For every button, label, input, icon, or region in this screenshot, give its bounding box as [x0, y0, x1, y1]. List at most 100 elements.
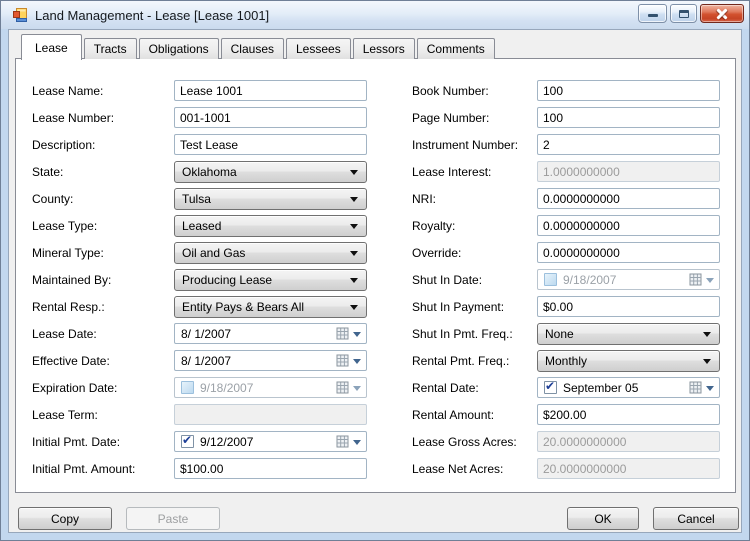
field-control — [537, 80, 720, 101]
rental-amount-input[interactable] — [537, 404, 720, 425]
calendar-dropdown-button[interactable] — [689, 381, 714, 394]
calendar-icon — [336, 327, 349, 340]
chevron-down-icon — [706, 385, 714, 391]
close-button[interactable] — [700, 4, 744, 23]
initial-pmt-date-checkbox[interactable] — [181, 433, 194, 448]
window-titlebar[interactable]: Land Management - Lease [Lease 1001] — [1, 1, 749, 29]
calendar-icon — [689, 273, 702, 286]
field-row-override: Override: — [412, 239, 720, 266]
field-row-lease-name: Lease Name: — [32, 77, 367, 104]
lease-number-input[interactable] — [174, 107, 367, 128]
ok-button[interactable]: OK — [567, 507, 639, 530]
book-number-input[interactable] — [537, 80, 720, 101]
field-label: Book Number: — [412, 83, 489, 98]
field-label: Shut In Pmt. Freq.: — [412, 326, 513, 341]
field-control — [174, 107, 367, 128]
field-control: 9/18/2007 — [174, 377, 367, 398]
calendar-icon — [336, 381, 349, 394]
date-value: 9/18/2007 — [200, 380, 254, 395]
field-row-initial-pmt-amount: Initial Pmt. Amount: — [32, 455, 367, 482]
rental-pmt-freq-select[interactable]: Monthly — [537, 349, 720, 372]
expiration-date-checkbox[interactable] — [181, 381, 194, 394]
tab-strip: Lease Tracts Obligations Clauses Lessees… — [21, 34, 497, 60]
minimize-button[interactable] — [638, 4, 667, 23]
rental-date-datepicker[interactable]: September 05 — [537, 377, 720, 398]
cancel-button[interactable]: Cancel — [653, 507, 739, 530]
window-title: Land Management - Lease [Lease 1001] — [35, 7, 270, 23]
field-row-rental-date: Rental Date: September 05 — [412, 374, 720, 401]
chevron-down-icon — [350, 223, 358, 229]
selected-value: Monthly — [545, 353, 588, 368]
field-label: Description: — [32, 137, 96, 152]
field-label: Lease Date: — [32, 326, 97, 341]
field-label: Royalty: — [412, 218, 456, 233]
lease-name-input[interactable] — [174, 80, 367, 101]
county-select[interactable]: Tulsa — [174, 187, 367, 210]
tab-obligations[interactable]: Obligations — [138, 38, 219, 59]
calendar-dropdown-button[interactable] — [336, 435, 361, 448]
field-row-lease-term: Lease Term: — [32, 401, 367, 428]
field-label: Mineral Type: — [32, 245, 104, 260]
override-input[interactable] — [537, 242, 720, 263]
shut-in-date-checkbox[interactable] — [544, 273, 557, 286]
nri-input[interactable] — [537, 188, 720, 209]
field-label: Shut In Payment: — [412, 299, 505, 314]
description-input[interactable] — [174, 134, 367, 155]
field-row-page-number: Page Number: — [412, 104, 720, 131]
mineral-type-select[interactable]: Oil and Gas — [174, 241, 367, 264]
field-label: Effective Date: — [32, 353, 110, 368]
field-label: State: — [32, 164, 64, 179]
tab-comments[interactable]: Comments — [416, 38, 495, 59]
calendar-dropdown-button[interactable] — [336, 381, 361, 394]
date-value: 9/18/2007 — [563, 272, 617, 287]
tab-tracts[interactable]: Tracts — [83, 38, 137, 59]
dialog-client-area: Lease Tracts Obligations Clauses Lessees… — [8, 29, 742, 533]
copy-button[interactable]: Copy — [18, 507, 112, 530]
state-select[interactable]: Oklahoma — [174, 160, 367, 183]
chevron-down-icon — [350, 277, 358, 283]
lease-date-datepicker[interactable]: 8/ 1/2007 — [174, 323, 367, 344]
field-label: County: — [32, 191, 74, 206]
rental-date-checkbox[interactable] — [544, 379, 557, 394]
tab-lease[interactable]: Lease — [21, 34, 82, 60]
maximize-button[interactable] — [670, 4, 697, 23]
calendar-dropdown-button[interactable] — [689, 273, 714, 286]
selected-value: Oklahoma — [182, 164, 237, 179]
royalty-input[interactable] — [537, 215, 720, 236]
field-control — [537, 161, 720, 182]
chevron-down-icon — [350, 169, 358, 175]
calendar-dropdown-button[interactable] — [336, 354, 361, 367]
calendar-icon — [336, 435, 349, 448]
page-number-input[interactable] — [537, 107, 720, 128]
maintained-by-select[interactable]: Producing Lease — [174, 268, 367, 291]
app-form-icon — [13, 8, 27, 22]
field-control — [537, 215, 720, 236]
field-control: Monthly — [537, 349, 720, 372]
chevron-down-icon — [703, 331, 711, 337]
instrument-number-input[interactable] — [537, 134, 720, 155]
field-row-maintained-by: Maintained By: Producing Lease — [32, 266, 367, 293]
field-label: Lease Gross Acres: — [412, 434, 517, 449]
field-control — [537, 458, 720, 479]
tab-clauses[interactable]: Clauses — [220, 38, 284, 59]
field-control: Oklahoma — [174, 160, 367, 183]
shut-in-pmt-freq-select[interactable]: None — [537, 322, 720, 345]
chevron-down-icon — [350, 196, 358, 202]
field-row-lease-net-acres: Lease Net Acres: — [412, 455, 720, 482]
shut-in-payment-input[interactable] — [537, 296, 720, 317]
field-row-nri: NRI: — [412, 185, 720, 212]
field-label: Lease Number: — [32, 110, 115, 125]
field-control — [537, 188, 720, 209]
lease-type-select[interactable]: Leased — [174, 214, 367, 237]
initial-pmt-amount-input[interactable] — [174, 458, 367, 479]
chevron-down-icon — [706, 277, 714, 283]
field-label: Lease Type: — [32, 218, 98, 233]
rental-resp-select[interactable]: Entity Pays & Bears All — [174, 295, 367, 318]
tab-lessees[interactable]: Lessees — [286, 38, 351, 59]
field-row-effective-date: Effective Date: 8/ 1/2007 — [32, 347, 367, 374]
tab-lessors[interactable]: Lessors — [352, 38, 415, 59]
effective-date-datepicker[interactable]: 8/ 1/2007 — [174, 350, 367, 371]
calendar-dropdown-button[interactable] — [336, 327, 361, 340]
initial-pmt-date-datepicker[interactable]: 9/12/2007 — [174, 431, 367, 452]
field-row-shut-in-date: Shut In Date: 9/18/2007 — [412, 266, 720, 293]
